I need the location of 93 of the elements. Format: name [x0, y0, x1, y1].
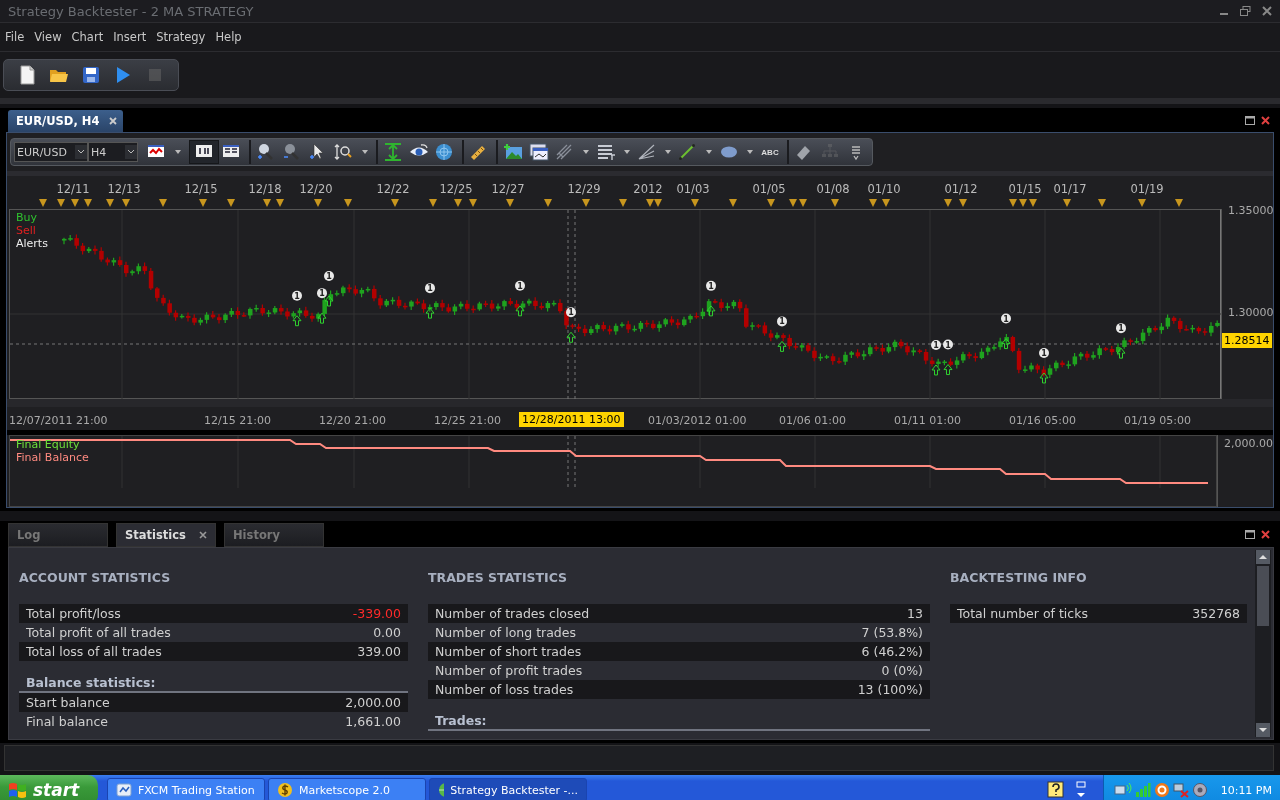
- menu-item[interactable]: Strategy: [156, 30, 206, 44]
- trade-marker-badge[interactable]: 1: [943, 339, 953, 350]
- stat-label: Number of long trades: [435, 625, 576, 640]
- clock: 10:11 PM: [1220, 783, 1272, 797]
- date-label: 12/25: [439, 182, 473, 196]
- trade-marker-badge[interactable]: 1: [317, 288, 327, 299]
- price-label: 1.35000: [1228, 204, 1274, 217]
- stat-value: 0.00: [373, 625, 401, 640]
- time-label: 01/03/2012 01:00: [648, 414, 747, 427]
- menu-item[interactable]: Help: [215, 30, 242, 44]
- start-button[interactable]: start: [0, 775, 98, 800]
- section-heading: TRADES STATISTICS: [428, 570, 569, 585]
- trade-marker-badge[interactable]: 1: [1116, 323, 1126, 334]
- section-heading: ACCOUNT STATISTICS: [19, 570, 172, 585]
- stat-label: Start balance: [26, 695, 110, 710]
- date-label: 01/08: [816, 182, 850, 196]
- window-title: Strategy Backtester - 2 MA STRATEGY: [8, 3, 254, 19]
- legend-label: Sell: [16, 224, 37, 237]
- menu-item[interactable]: File: [5, 30, 25, 44]
- time-label: 01/06 01:00: [779, 414, 846, 427]
- date-label: 12/18: [248, 182, 282, 196]
- menu-item[interactable]: Insert: [113, 30, 147, 44]
- date-label: 01/05: [752, 182, 786, 196]
- stat-value: -339.00: [352, 606, 401, 621]
- stat-label: Number of loss trades: [435, 682, 574, 697]
- date-label: 01/12: [944, 182, 978, 196]
- section-heading: BACKTESTING INFO: [950, 570, 1088, 585]
- taskbar-button[interactable]: FXCM Trading Station: [107, 778, 265, 800]
- crosshair-time-label: 12/28/2011 13:00: [519, 412, 624, 427]
- stat-value: 7 (53.8%): [861, 625, 923, 640]
- date-label: 01/03: [676, 182, 710, 196]
- stat-value: 0 (0%): [881, 663, 923, 678]
- text-tool-button[interactable]: ABC: [757, 140, 783, 164]
- trade-marker-badge[interactable]: 1: [515, 280, 525, 291]
- menu-item[interactable]: View: [34, 30, 62, 44]
- stat-label: Number of short trades: [435, 644, 582, 659]
- price-label: 1.30000: [1228, 306, 1274, 319]
- stat-label: Number of trades closed: [435, 606, 590, 621]
- stat-value: 2,000.00: [345, 695, 401, 710]
- time-label: 12/20 21:00: [319, 414, 386, 427]
- time-label: 01/16 05:00: [1009, 414, 1076, 427]
- equity-axis-label: 2,000.00: [1224, 437, 1273, 450]
- trade-marker-badge[interactable]: 1: [292, 290, 302, 301]
- stat-value: 13 (100%): [857, 682, 923, 697]
- subsection-heading: Trades:: [428, 713, 930, 731]
- legend-label: Final Equity: [16, 438, 81, 451]
- taskbar-button[interactable]: Marketscope 2.0: [268, 778, 426, 800]
- taskbar-button[interactable]: Strategy Backtester -...: [429, 778, 587, 800]
- date-label: 12/15: [184, 182, 218, 196]
- symbol-dropdown[interactable]: EUR/USD: [14, 142, 88, 162]
- trade-marker-badge[interactable]: 1: [706, 280, 716, 291]
- time-label: 12/07/2011 21:00: [9, 414, 108, 427]
- date-label: 2012: [633, 182, 663, 196]
- stat-value: 13: [907, 606, 923, 621]
- stat-label: Number of profit trades: [435, 663, 583, 678]
- stat-label: Final balance: [26, 714, 108, 729]
- current-price-label: 1.28514: [1222, 333, 1272, 348]
- stat-value: 6 (46.2%): [861, 644, 923, 659]
- date-label: 12/11: [56, 182, 90, 196]
- menu-item[interactable]: Chart: [71, 30, 104, 44]
- date-label: 01/15: [1008, 182, 1042, 196]
- chart-tab[interactable]: EUR/USD, H4: [8, 110, 124, 132]
- trade-marker-badge[interactable]: 1: [1039, 347, 1049, 358]
- trade-marker-badge[interactable]: 1: [1001, 313, 1011, 324]
- date-label: 01/19: [1130, 182, 1164, 196]
- date-label: 01/10: [867, 182, 901, 196]
- trade-marker-badge[interactable]: 1: [777, 316, 787, 327]
- legend-label: Alerts: [16, 237, 48, 250]
- stat-label: Total profit of all trades: [26, 625, 171, 640]
- trade-marker-badge[interactable]: 1: [425, 283, 435, 294]
- date-label: 01/17: [1053, 182, 1087, 196]
- date-label: 12/22: [376, 182, 410, 196]
- trade-marker-badge[interactable]: 1: [324, 271, 334, 281]
- stat-label: Total profit/loss: [26, 606, 121, 621]
- legend-label: Buy: [16, 211, 39, 224]
- stat-value: 339.00: [357, 644, 401, 659]
- time-label: 01/11 01:00: [894, 414, 961, 427]
- legend-label: Final Balance: [16, 451, 89, 464]
- time-label: 01/19 05:00: [1124, 414, 1191, 427]
- trade-marker-badge[interactable]: 1: [566, 307, 576, 318]
- date-label: 12/20: [299, 182, 333, 196]
- date-label: 12/13: [107, 182, 141, 196]
- date-label: 12/29: [567, 182, 601, 196]
- time-label: 12/25 21:00: [434, 414, 501, 427]
- stat-value: 1,661.00: [345, 714, 401, 729]
- time-label: 12/15 21:00: [204, 414, 271, 427]
- stat-label: Total number of ticks: [957, 606, 1088, 621]
- timeframe-dropdown[interactable]: H4: [88, 142, 138, 162]
- panel-tab[interactable]: Statistics: [116, 523, 216, 547]
- trade-marker-badge[interactable]: 1: [931, 339, 941, 350]
- date-label: 12/27: [491, 182, 525, 196]
- stat-value: 352768: [1192, 606, 1240, 621]
- stat-label: Total loss of all trades: [26, 644, 162, 659]
